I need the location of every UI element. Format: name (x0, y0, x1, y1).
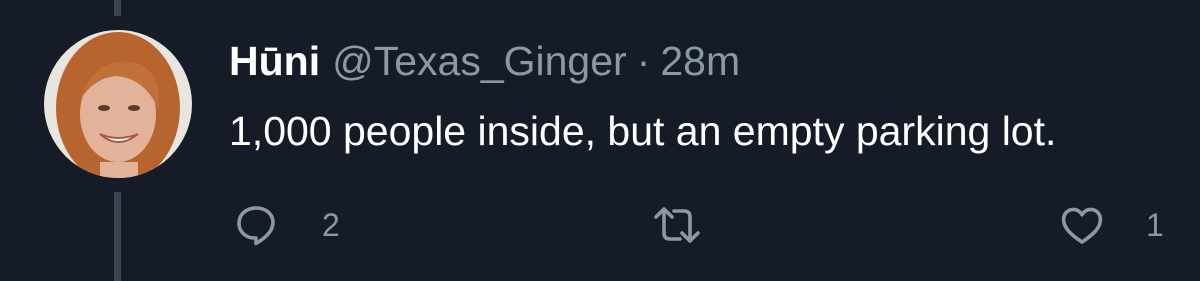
tweet-header: Hūni @Texas_Ginger · 28m (229, 36, 740, 86)
author-handle[interactable]: @Texas_Ginger (332, 38, 627, 84)
tweet-text: 1,000 people inside, but an empty parkin… (229, 108, 1057, 154)
avatar-image (44, 30, 192, 178)
thread-line-bottom (114, 192, 121, 281)
timestamp[interactable]: 28m (660, 38, 740, 84)
reply-button[interactable]: 2 (232, 200, 340, 250)
retweet-button[interactable] (650, 200, 746, 250)
thread-line-top (114, 0, 121, 16)
retweet-icon (654, 207, 700, 243)
like-button[interactable]: 1 (1058, 200, 1164, 250)
like-count: 1 (1146, 206, 1164, 243)
avatar[interactable] (44, 30, 192, 178)
separator-dot: · (636, 38, 651, 84)
reply-icon (237, 206, 275, 246)
author-name[interactable]: Hūni (229, 38, 320, 84)
heart-icon (1061, 207, 1103, 244)
reply-count: 2 (322, 206, 340, 243)
